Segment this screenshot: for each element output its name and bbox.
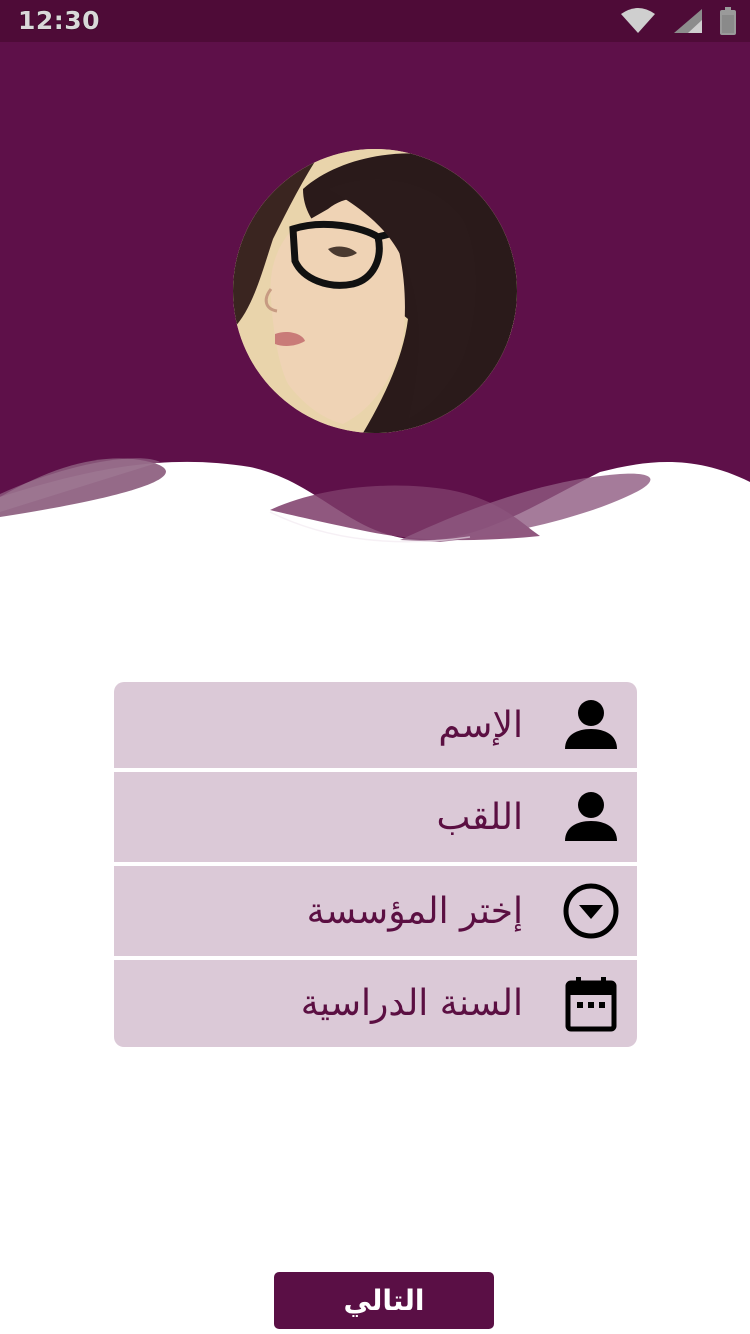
institution-select-label: إختر المؤسسة — [306, 890, 523, 932]
person-icon — [561, 787, 621, 847]
institution-select[interactable]: إختر المؤسسة — [114, 866, 637, 960]
dropdown-circle-icon — [561, 881, 621, 941]
status-time: 12:30 — [18, 6, 101, 35]
wifi-icon — [621, 8, 655, 33]
academic-year-field[interactable]: السنة الدراسية — [114, 960, 637, 1047]
academic-year-field-label: السنة الدراسية — [300, 983, 523, 1024]
status-bar: 12:30 — [0, 0, 750, 42]
avatar — [233, 149, 517, 433]
name-field-label: الإسم — [438, 704, 523, 746]
calendar-icon — [561, 974, 621, 1034]
status-icons — [620, 7, 736, 35]
profile-photo — [233, 149, 517, 433]
next-button[interactable]: التالي — [274, 1272, 494, 1329]
battery-icon — [720, 7, 736, 35]
name-field[interactable]: الإسم — [114, 682, 637, 772]
person-icon — [561, 695, 621, 755]
surname-field-label: اللقب — [436, 796, 523, 838]
surname-field[interactable]: اللقب — [114, 772, 637, 866]
signal-icon — [674, 9, 702, 33]
registration-form: الإسم اللقب إختر المؤسسة السنة الدراسية — [114, 682, 637, 1047]
